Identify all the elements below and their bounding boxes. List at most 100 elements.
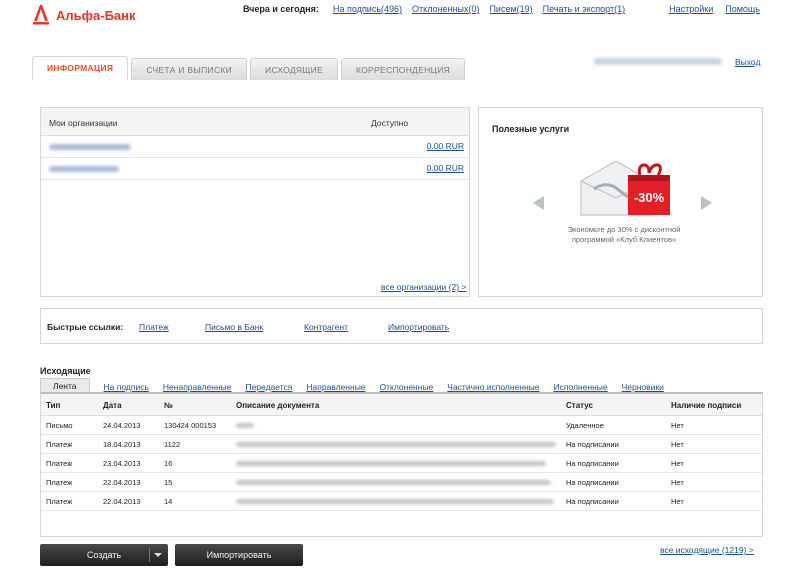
col-status: Статус — [566, 401, 593, 410]
organization-amount[interactable]: 0.00 RUR — [427, 163, 464, 173]
cell-signature: Нет — [671, 459, 684, 468]
quick-links-panel: Быстрые ссылки: Платеж Письмо в Банк Кон… — [40, 308, 763, 344]
tab-accounts[interactable]: СЧЕТА И ВЫПИСКИ — [131, 58, 248, 80]
outgoing-filters: Лента На подпись Ненаправленные Передает… — [40, 378, 678, 392]
cell-date: 18.04.2013 — [103, 440, 141, 449]
cell-description-redacted — [236, 461, 546, 466]
alfa-logo-icon — [33, 5, 49, 25]
chevron-down-icon[interactable] — [154, 553, 162, 557]
table-row[interactable]: Платеж 18.04.2013 1122 На подписании Нет — [41, 435, 762, 454]
cell-date: 24.04.2013 — [103, 421, 141, 430]
filter-executed[interactable]: Исполненные — [554, 382, 608, 392]
main-tabs: ИНФОРМАЦИЯ СЧЕТА И ВЫПИСКИ ИСХОДЯЩИЕ КОР… — [32, 56, 466, 80]
help-link[interactable]: Помощь — [725, 4, 760, 14]
cell-signature: Нет — [671, 421, 684, 430]
quick-link-counterparty[interactable]: Контрагент — [304, 322, 348, 332]
filter-drafts[interactable]: Черновики — [622, 382, 664, 392]
organization-row: 0.00 RUR — [41, 136, 469, 158]
col-number: № — [164, 401, 173, 410]
cell-description-redacted — [236, 480, 551, 485]
table-row[interactable]: Платеж 22.04.2013 15 На подписании Нет — [41, 473, 762, 492]
all-outgoing-link[interactable]: все исходящие (1219) > — [660, 545, 754, 555]
outgoing-documents-table: Тип Дата № Описание документа Статус Нал… — [40, 392, 763, 537]
cell-signature: Нет — [671, 440, 684, 449]
cell-description-redacted — [236, 423, 254, 428]
organization-name-redacted[interactable] — [49, 166, 119, 172]
quick-link-letter[interactable]: Письмо в Банк — [205, 322, 263, 332]
col-date: Дата — [103, 401, 122, 410]
logo-text: Альфа-Банк — [56, 7, 136, 23]
organization-row: 0.00 RUR — [41, 158, 469, 180]
link-letters[interactable]: Писем(19) — [489, 4, 532, 14]
services-title: Полезные услуги — [492, 124, 570, 134]
cell-number: 1122 — [164, 440, 181, 449]
cell-number: 15 — [164, 478, 173, 487]
col-description: Описание документа — [236, 401, 320, 410]
organizations-header: Мои организации Доступно — [41, 108, 469, 136]
col-signature: Наличие подписи — [671, 401, 742, 410]
link-to-sign[interactable]: На подпись(496) — [333, 4, 402, 14]
cell-description-redacted — [236, 442, 556, 447]
tab-correspondence[interactable]: КОРРЕСПОНДЕНЦИЯ — [340, 58, 466, 80]
cell-status: Удаленное — [566, 421, 604, 430]
period-links: На подпись(496) Отклоненных(0) Писем(19)… — [333, 4, 625, 14]
cell-date: 23.04.2013 — [103, 459, 141, 468]
cell-type: Платеж — [46, 459, 73, 468]
top-right-links: Настройки Помощь — [669, 4, 760, 14]
top-bar: Альфа-Банк Вчера и сегодня: На подпись(4… — [0, 0, 800, 26]
cell-status: На подписании — [566, 478, 619, 487]
user-name-redacted[interactable] — [594, 58, 722, 65]
quick-links-label: Быстрые ссылки: — [47, 322, 124, 332]
cell-status: На подписании — [566, 459, 619, 468]
cell-status: На подписании — [566, 440, 619, 449]
organization-name-redacted[interactable] — [49, 144, 131, 150]
quick-link-import[interactable]: Импортировать — [388, 322, 449, 332]
filter-partially-executed[interactable]: Частично исполненные — [447, 382, 539, 392]
filter-to-sign[interactable]: На подпись — [104, 382, 149, 392]
col-my-organizations: Мои организации — [49, 118, 118, 128]
col-type: Тип — [46, 401, 61, 410]
discount-badge: -30% — [634, 190, 665, 205]
cell-number: 130424 000153 — [164, 421, 217, 430]
carousel-prev-icon[interactable] — [533, 196, 544, 210]
filter-feed[interactable]: Лента — [40, 378, 90, 392]
create-button-separator — [149, 548, 150, 562]
cell-type: Платеж — [46, 497, 73, 506]
link-rejected[interactable]: Отклоненных(0) — [412, 4, 479, 14]
filter-rejected[interactable]: Отклоненные — [380, 382, 434, 392]
logout-link[interactable]: Выход — [735, 57, 760, 67]
services-caption: Экономьте до 30% с дисконтной программой… — [567, 225, 681, 244]
useful-services-panel: Полезные услуги -30% Экономьте до 30% с … — [478, 107, 763, 297]
create-button[interactable]: Создать — [40, 544, 168, 566]
cell-date: 22.04.2013 — [103, 478, 141, 487]
organizations-panel: Мои организации Доступно 0.00 RUR 0.00 R… — [40, 107, 470, 297]
carousel-next-icon[interactable] — [701, 196, 712, 210]
cell-signature: Нет — [671, 478, 684, 487]
table-row[interactable]: Платеж 22.04.2013 14 На подписании Нет — [41, 492, 762, 511]
cell-number: 14 — [164, 497, 173, 506]
organization-amount[interactable]: 0.00 RUR — [427, 141, 464, 151]
all-organizations-link[interactable]: все организации (2) > — [381, 282, 466, 292]
col-available: Доступно — [371, 118, 409, 128]
tab-information[interactable]: ИНФОРМАЦИЯ — [32, 56, 129, 80]
alfa-bank-logo[interactable]: Альфа-Банк — [30, 2, 136, 26]
cell-signature: Нет — [671, 497, 684, 506]
cell-status: На подписании — [566, 497, 619, 506]
table-row[interactable]: Платеж 23.04.2013 16 На подписании Нет — [41, 454, 762, 473]
filter-not-sent[interactable]: Ненаправленные — [163, 382, 232, 392]
import-button[interactable]: Импортировать — [175, 544, 303, 566]
link-print-export[interactable]: Печать и экспорт(1) — [543, 4, 625, 14]
cell-number: 16 — [164, 459, 173, 468]
table-row[interactable]: Письмо 24.04.2013 130424 000153 Удаленно… — [41, 416, 762, 435]
outgoing-title: Исходящие — [40, 366, 91, 376]
period-label: Вчера и сегодня: — [243, 4, 319, 14]
quick-link-payment[interactable]: Платеж — [139, 322, 169, 332]
club-card-promo-icon[interactable]: -30% — [576, 153, 681, 223]
filter-transferring[interactable]: Передается — [245, 382, 292, 392]
filter-sent[interactable]: Направленные — [306, 382, 365, 392]
tab-outgoing[interactable]: ИСХОДЯЩИЕ — [250, 58, 338, 80]
settings-link[interactable]: Настройки — [669, 4, 713, 14]
cell-type: Письмо — [46, 421, 73, 430]
create-button-label: Создать — [86, 550, 122, 560]
cell-date: 22.04.2013 — [103, 497, 141, 506]
